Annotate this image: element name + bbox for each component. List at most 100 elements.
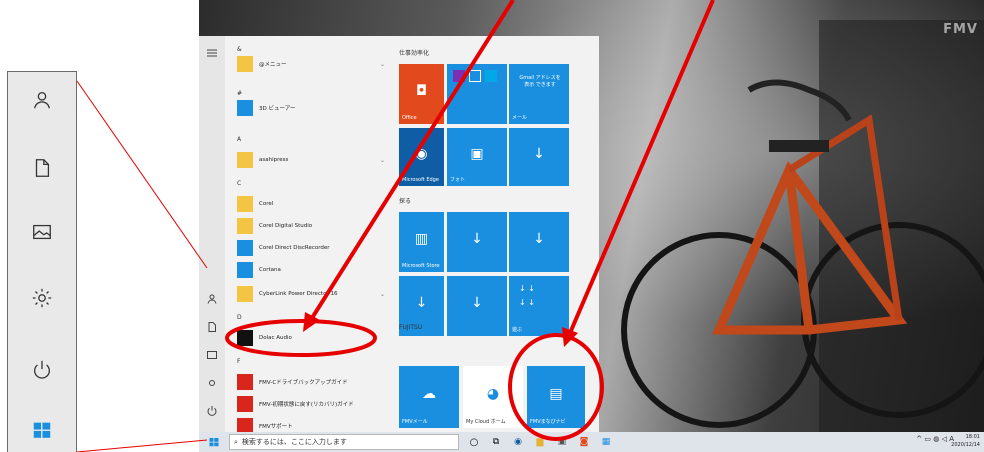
cortana-icon[interactable]: ○	[467, 435, 481, 449]
download-arrow-icon: ↓ ↓	[519, 298, 535, 307]
settings-icon[interactable]	[28, 284, 56, 312]
taskbar: ⌕ 検索するには、ここに入力します ○ ⧉ ◉ ▆ ▣ ◙ ▦ ^ ▭ ◍ ◁ …	[199, 432, 984, 452]
tile-group-header: FUJITSU	[399, 324, 423, 331]
tile-fmv-mail[interactable]: ☁ FMVメール	[399, 366, 459, 428]
tile-download-3[interactable]: ↓	[509, 212, 569, 272]
start-menu: & @メニュー ⌄ # 3D ビューアー A asahipress ⌄ C Co…	[199, 36, 599, 432]
folder-icon	[237, 196, 253, 212]
tile-apps-folder[interactable]	[447, 64, 507, 124]
windows-icon[interactable]	[28, 416, 56, 444]
chevron-up-icon[interactable]: ^	[916, 435, 922, 443]
zoom-callout-line	[76, 439, 208, 452]
power-icon[interactable]	[205, 404, 219, 418]
taskbar-search-input[interactable]: ⌕ 検索するには、ここに入力します	[229, 434, 459, 450]
app-item-cyberlink[interactable]: CyberLink Power Director 16 ⌄	[237, 284, 394, 304]
app-icon[interactable]: ◙	[577, 435, 591, 449]
task-view-icon[interactable]: ⧉	[489, 435, 503, 449]
folder-icon	[237, 218, 253, 234]
store-icon[interactable]: ▣	[555, 435, 569, 449]
chevron-down-icon: ⌄	[379, 60, 385, 68]
app-item-menu[interactable]: @メニュー ⌄	[237, 54, 394, 74]
download-arrow-icon: ↓	[471, 295, 483, 311]
download-arrow-icon: ↓	[533, 146, 545, 163]
start-button[interactable]	[207, 435, 221, 449]
app-item-3d-viewer[interactable]: 3D ビューアー	[237, 98, 394, 118]
letter-header[interactable]: A	[237, 136, 241, 143]
clock[interactable]: 18:01 2020/12/14	[951, 433, 980, 449]
settings-icon[interactable]	[205, 376, 219, 390]
audio-icon	[237, 330, 253, 346]
app-item-dolac-audio[interactable]: Dolac Audio	[237, 328, 394, 348]
guide-icon	[237, 396, 253, 412]
fmv-watermark: FMV	[943, 22, 978, 37]
app-icon[interactable]: ▦	[599, 435, 613, 449]
download-arrow-icon: ↓	[415, 295, 428, 311]
power-icon[interactable]	[28, 356, 56, 384]
app-item-fmv-recovery-guide[interactable]: FMV-初期状態に戻す(リカバリ)ガイド	[237, 394, 394, 414]
tile-mycloud[interactable]: ◕ My Cloud ホーム	[463, 366, 523, 428]
app-item-fmv-support[interactable]: FMVサポート	[237, 416, 394, 432]
tile-office[interactable]: ◘ Office	[399, 64, 444, 124]
user-icon[interactable]	[205, 292, 219, 306]
tile-download-1[interactable]: ↓	[509, 128, 569, 186]
cortana-icon	[237, 262, 253, 278]
start-menu-rail	[199, 36, 225, 432]
app-item-asahipress[interactable]: asahipress ⌄	[237, 150, 394, 170]
bicycle-wallpaper-image	[621, 20, 984, 432]
tile-photos[interactable]: ▣ フォト	[447, 128, 507, 186]
pictures-icon[interactable]	[28, 218, 56, 246]
app-item-cortana[interactable]: Cortana	[237, 260, 394, 280]
letter-header[interactable]: F	[237, 358, 240, 365]
app-item-corel-digital-studio[interactable]: Corel Digital Studio	[237, 216, 394, 236]
search-icon: ⌕	[234, 437, 238, 446]
store-icon: ▥	[414, 231, 429, 247]
letter-header[interactable]: C	[237, 180, 241, 187]
navi-icon: ▤	[549, 385, 563, 402]
zoom-callout-line	[76, 80, 208, 269]
network-icon[interactable]: ◍	[933, 435, 939, 443]
app-list: & @メニュー ⌄ # 3D ビューアー A asahipress ⌄ C Co…	[229, 36, 394, 432]
cloud-mail-icon: ☁	[422, 385, 436, 402]
tile-group-header: 探る	[399, 198, 412, 205]
app-item-corel-direct-discrecorder[interactable]: Corel Direct DiscRecorder	[237, 238, 394, 258]
letter-header[interactable]: D	[237, 314, 242, 321]
tile-mail[interactable]: Gmail アドレスを 表示 できます メール	[509, 64, 569, 124]
app-item-fmv-backup-guide[interactable]: FMV-Cドライブバックアップガイド	[237, 372, 394, 392]
battery-icon[interactable]: ▭	[924, 435, 931, 443]
tile-download-2[interactable]: ↓	[447, 212, 507, 272]
document-icon[interactable]	[205, 320, 219, 334]
chevron-down-icon: ⌄	[379, 200, 385, 208]
tile-store[interactable]: ▥ Microsoft Store	[399, 212, 444, 272]
screenshot-stage: FMV & @メニュー ⌄ # 3D ビューアー A asahipress ⌄ …	[0, 0, 984, 452]
letter-header[interactable]: #	[237, 90, 242, 97]
download-arrow-icon: ↓	[471, 231, 483, 247]
chevron-down-icon: ⌄	[379, 156, 385, 164]
tile-play[interactable]: ↓ ↓ ↓ ↓ 遊ぶ	[509, 276, 569, 336]
user-icon[interactable]	[28, 86, 56, 114]
folder-icon	[237, 56, 253, 72]
support-icon	[237, 418, 253, 432]
edge-icon: ◉	[415, 146, 428, 163]
zoomed-start-rail	[7, 71, 77, 452]
edge-icon[interactable]: ◉	[511, 435, 525, 449]
cube-icon	[237, 100, 253, 116]
explorer-icon[interactable]: ▆	[533, 435, 547, 449]
desktop-screen: FMV & @メニュー ⌄ # 3D ビューアー A asahipress ⌄ …	[199, 0, 984, 452]
volume-icon[interactable]: ◁	[942, 435, 947, 443]
skype-icon	[485, 70, 497, 82]
mycloud-icon: ◕	[486, 385, 500, 402]
guide-icon	[237, 374, 253, 390]
app-item-corel[interactable]: Corel ⌄	[237, 194, 394, 214]
tile-download-5[interactable]: ↓	[447, 276, 507, 336]
pictures-icon[interactable]	[205, 348, 219, 362]
letter-header[interactable]: &	[237, 46, 242, 53]
tile-fmv-navi[interactable]: ▤ FMVまなびナビ	[527, 366, 585, 428]
download-arrow-icon: ↓	[533, 231, 545, 247]
onenote-icon	[453, 70, 465, 82]
tile-edge[interactable]: ◉ Microsoft Edge	[399, 128, 444, 186]
document-icon[interactable]	[28, 154, 56, 182]
hamburger-icon[interactable]	[205, 46, 219, 60]
folder-icon	[237, 286, 253, 302]
system-tray[interactable]: ^ ▭ ◍ ◁ A	[916, 435, 954, 443]
tile-group-header: 仕事効率化	[399, 50, 430, 57]
